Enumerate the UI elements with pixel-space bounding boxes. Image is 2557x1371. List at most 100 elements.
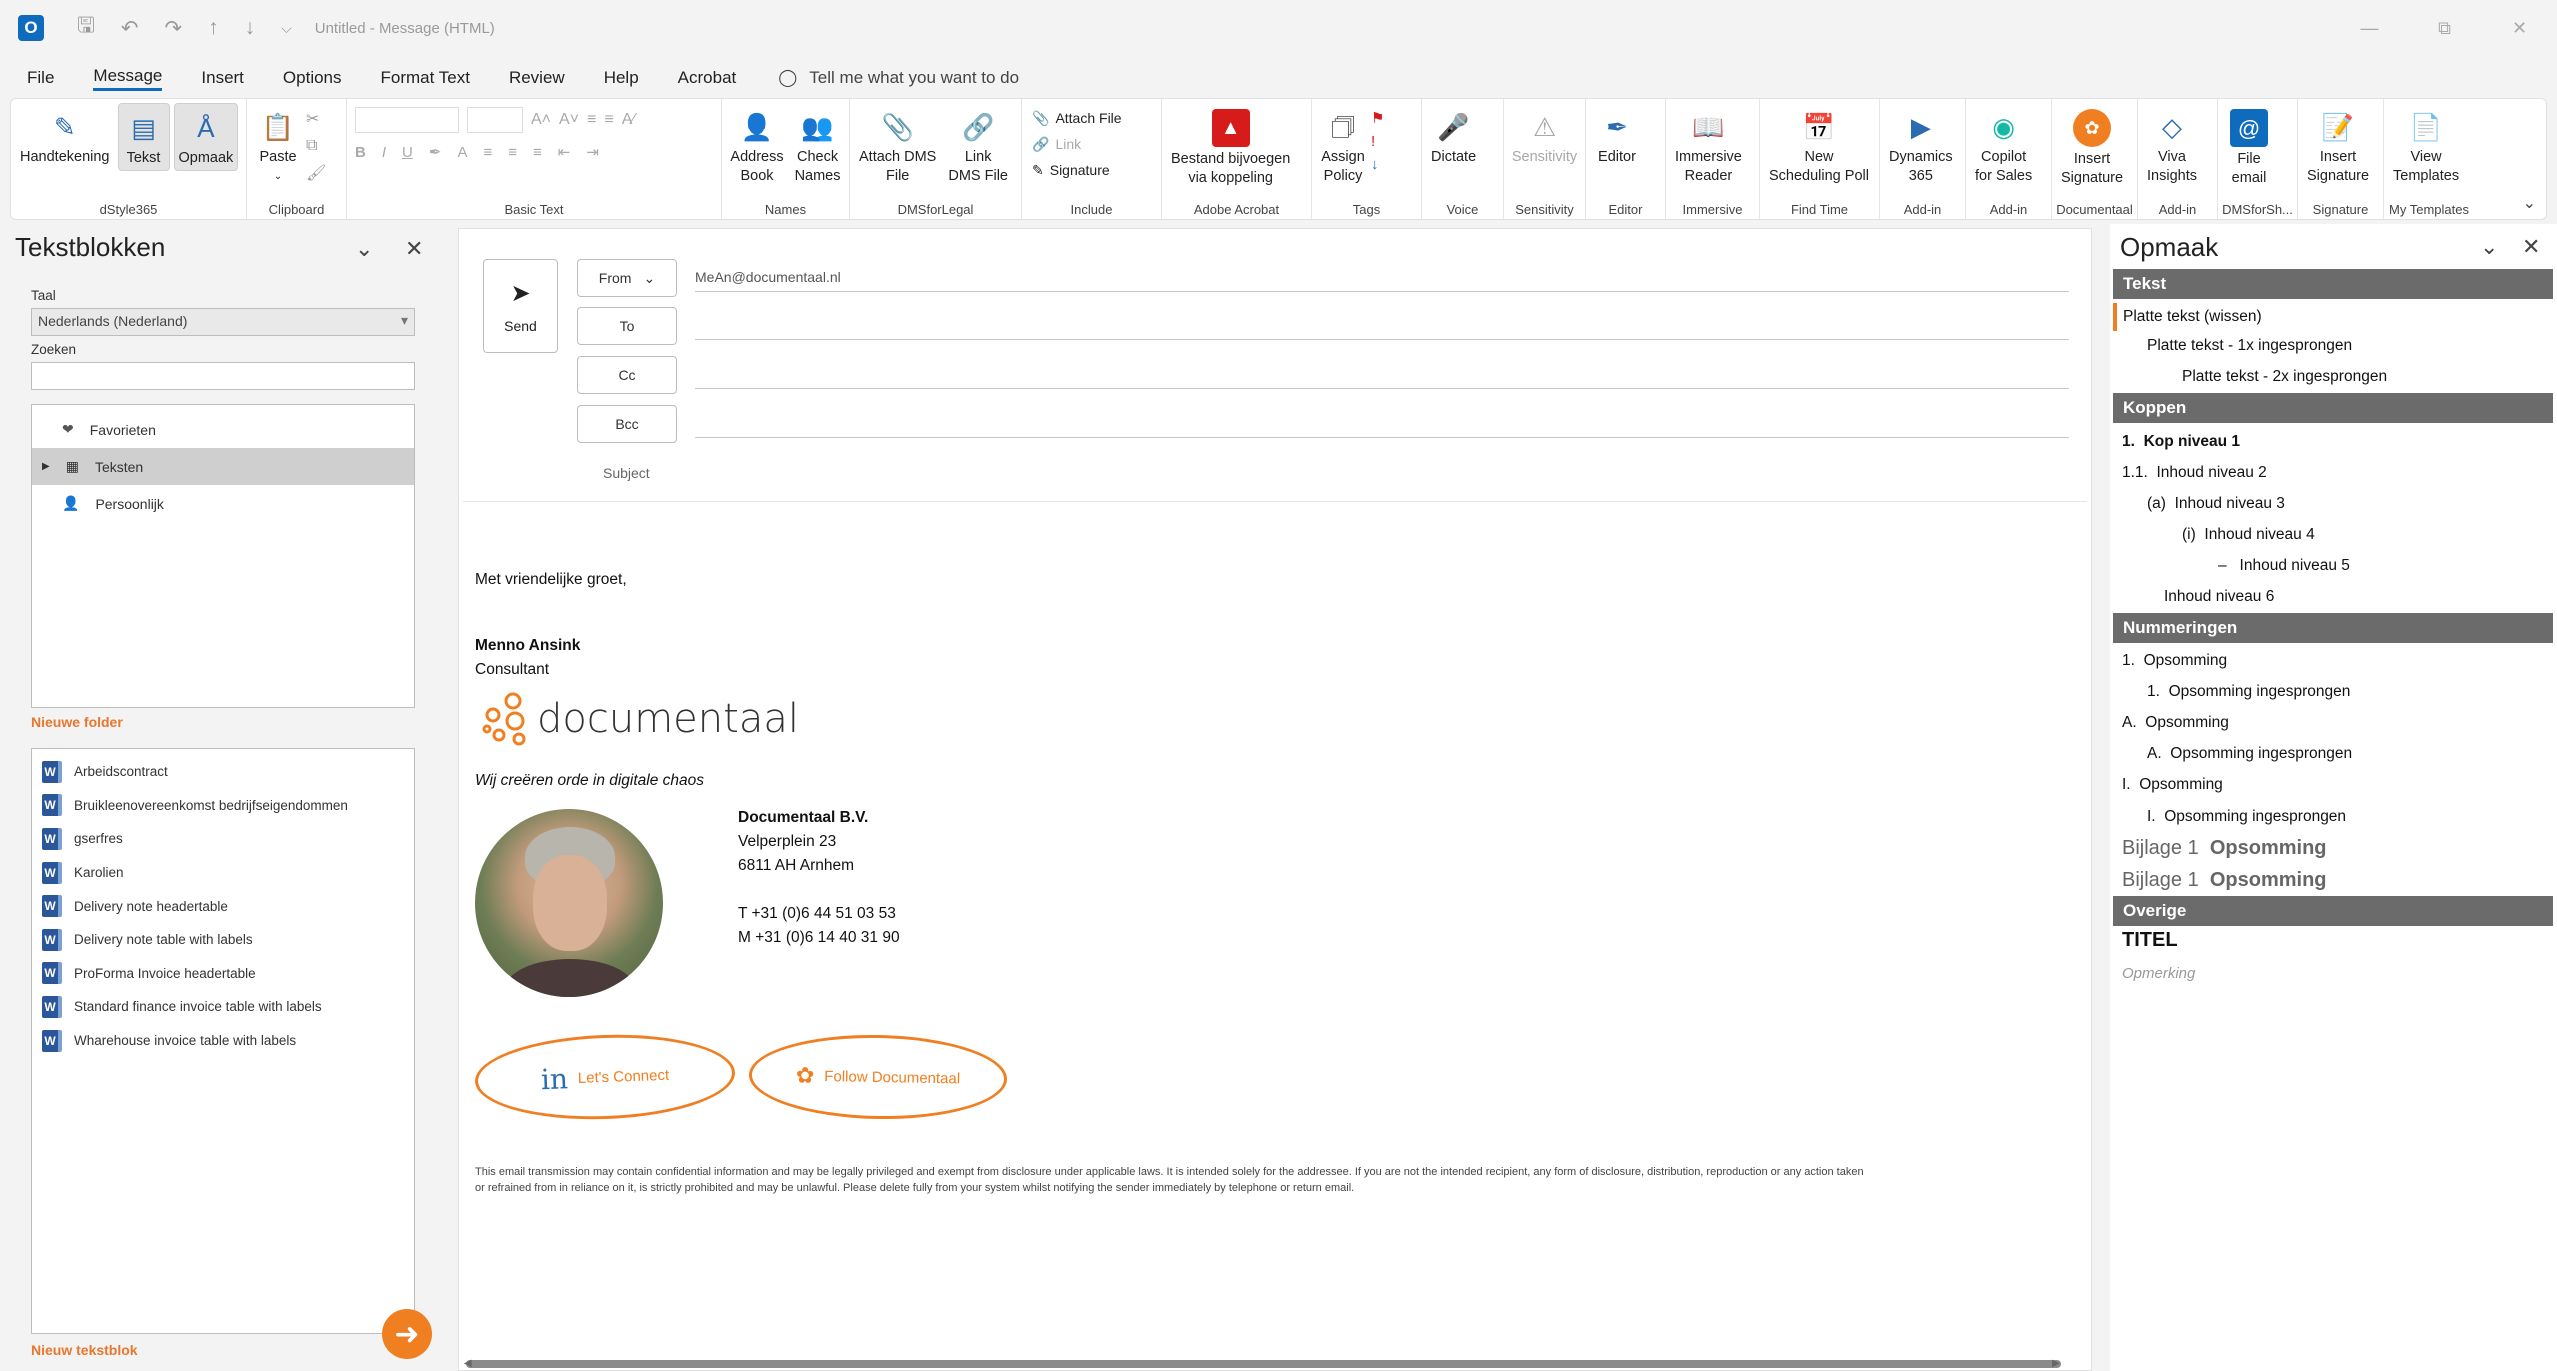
doc-item[interactable]: W Karolien <box>32 856 414 890</box>
assign-policy-button[interactable]: 🗇 Assign Policy <box>1317 103 1369 188</box>
insert-signature-button[interactable]: 📝 Insert Signature <box>2303 103 2373 188</box>
address-book-button[interactable]: 👤 Address Book <box>727 103 787 188</box>
down-icon[interactable]: ↓ <box>245 16 256 40</box>
style-inhoud-5[interactable]: – Inhoud niveau 5 <box>2218 557 2350 575</box>
cut-icon[interactable]: ✂ <box>306 109 326 129</box>
disclaimer-text[interactable]: This email transmission may contain conf… <box>475 1164 1875 1196</box>
link-button[interactable]: 🔗 Link <box>1032 131 1081 157</box>
doc-item[interactable]: W Delivery note headertable <box>32 889 414 923</box>
opmaak-button[interactable]: Å Opmaak <box>173 103 239 171</box>
zoeken-input[interactable] <box>31 362 415 390</box>
bcc-input[interactable] <box>695 437 2069 438</box>
cc-button[interactable]: Cc <box>577 356 677 394</box>
file-email-button[interactable]: @ File email <box>2223 103 2275 190</box>
italic-button[interactable]: I <box>382 144 386 161</box>
bcc-button[interactable]: Bcc <box>577 405 677 443</box>
customize-icon[interactable]: ⌵ <box>281 20 292 37</box>
scroll-left-icon[interactable]: ◀ <box>464 1358 472 1369</box>
mobile-text[interactable]: M +31 (0)6 14 40 31 90 <box>738 929 900 947</box>
doc-item[interactable]: W ProForma Invoice headertable <box>32 957 414 991</box>
style-platte-tekst-1x[interactable]: Platte tekst - 1x ingesprongen <box>2147 337 2352 355</box>
copilot-for-sales-button[interactable]: ◉ Copilot for Sales <box>1971 103 2036 188</box>
view-templates-button[interactable]: 📄 View Templates <box>2389 103 2463 188</box>
to-button[interactable]: To <box>577 307 677 345</box>
to-input[interactable] <box>695 339 2069 340</box>
editor-button[interactable]: ✒ Editor <box>1591 103 1643 169</box>
align-center-icon[interactable]: ≡ <box>508 144 517 161</box>
style-opmerking[interactable]: Opmerking <box>2122 965 2195 982</box>
copy-icon[interactable]: ⧉ <box>306 137 326 155</box>
redo-icon[interactable]: ↷ <box>165 16 183 41</box>
doc-item[interactable]: Wgserfres <box>32 822 414 856</box>
follow-documentaal-button[interactable]: ✿ Follow Documentaal <box>748 1032 1008 1122</box>
menu-insert[interactable]: Insert <box>201 68 244 88</box>
menu-file[interactable]: File <box>27 68 54 88</box>
font-size-select[interactable] <box>467 107 523 133</box>
bold-button[interactable]: B <box>355 144 366 161</box>
style-inhoud-3[interactable]: (a) Inhoud niveau 3 <box>2147 495 2285 513</box>
close-icon[interactable]: ✕ <box>2482 0 2557 56</box>
style-opsomming-1[interactable]: 1. Opsomming <box>2122 652 2227 670</box>
dictate-button[interactable]: 🎤 Dictate <box>1427 103 1480 169</box>
style-bijlage-2[interactable]: Bijlage 1 Opsomming <box>2122 869 2327 892</box>
scheduling-poll-button[interactable]: 📅 New Scheduling Poll <box>1765 103 1873 188</box>
tree-item-persoonlijk[interactable]: 👤 Persoonlijk <box>32 485 414 522</box>
style-opsomming-i-ingesprongen[interactable]: I. Opsomming ingesprongen <box>2147 808 2346 826</box>
minimize-icon[interactable]: — <box>2332 0 2407 56</box>
company-name[interactable]: Documentaal B.V. <box>738 809 868 827</box>
bestand-bijvoegen-button[interactable]: ▲ Bestand bijvoegen via koppeling <box>1167 103 1294 190</box>
style-opsomming-a[interactable]: A. Opsomming <box>2122 714 2229 732</box>
shrink-font-icon[interactable]: A˅ <box>559 111 579 129</box>
doc-item[interactable]: W Delivery note table with labels <box>32 923 414 957</box>
align-right-icon[interactable]: ≡ <box>533 144 542 161</box>
highlight-icon[interactable]: ✒ <box>429 143 442 161</box>
menu-message[interactable]: Message <box>93 66 163 91</box>
style-platte-tekst[interactable]: Platte tekst (wissen) <box>2113 303 2553 331</box>
tekst-button[interactable]: ▤ Tekst <box>117 103 170 171</box>
underline-button[interactable]: U <box>402 144 413 161</box>
immersive-reader-button[interactable]: 📖 Immersive Reader <box>1671 103 1746 188</box>
signature-name[interactable]: Menno Ansink <box>475 637 580 655</box>
dynamics-365-button[interactable]: ▶ Dynamics 365 <box>1885 103 1957 188</box>
check-names-button[interactable]: 👥 Check Names <box>791 103 844 188</box>
menu-help[interactable]: Help <box>604 68 639 88</box>
nieuw-tekstblok-link[interactable]: Nieuw tekstblok <box>31 1342 138 1358</box>
attach-file-button[interactable]: 📎 Attach File <box>1032 105 1122 131</box>
flag-icon[interactable]: ⚑ <box>1371 109 1384 127</box>
restore-icon[interactable]: ⧉ <box>2407 0 2482 56</box>
close-icon[interactable]: ✕ <box>2522 234 2540 260</box>
menu-options[interactable]: Options <box>283 68 342 88</box>
doc-item[interactable]: W Arbeidscontract <box>32 755 414 789</box>
style-inhoud-2[interactable]: 1.1. Inhoud niveau 2 <box>2122 464 2267 482</box>
street-text[interactable]: Velperplein 23 <box>738 833 836 851</box>
tree-item-teksten[interactable]: ▶ ▦ Teksten <box>32 448 414 485</box>
font-name-select[interactable] <box>355 107 459 133</box>
style-opsomming-1-ingesprongen[interactable]: 1. Opsomming ingesprongen <box>2147 683 2350 701</box>
phone-text[interactable]: T +31 (0)6 44 51 03 53 <box>738 905 896 923</box>
style-opsomming-i[interactable]: I. Opsomming <box>2122 776 2223 794</box>
scroll-right-icon[interactable]: ▶ <box>2052 1358 2060 1369</box>
format-painter-icon[interactable]: 🖌 <box>306 163 326 183</box>
indent-increase-icon[interactable]: ⇥ <box>586 143 599 161</box>
style-titel[interactable]: TITEL <box>2122 929 2178 952</box>
handtekening-button[interactable]: ✎ Handtekening <box>16 103 114 169</box>
style-platte-tekst-2x[interactable]: Platte tekst - 2x ingesprongen <box>2182 368 2387 386</box>
from-button[interactable]: From ⌄ <box>577 259 677 297</box>
tree-item-favorieten[interactable]: ❤ Favorieten <box>32 411 414 448</box>
style-kop-1[interactable]: 1. Kop niveau 1 <box>2122 433 2240 451</box>
undo-icon[interactable]: ↶ <box>121 16 139 41</box>
numbering-icon[interactable]: ≡ <box>604 111 613 129</box>
signature-button[interactable]: ✎ Signature <box>1032 157 1110 183</box>
menu-acrobat[interactable]: Acrobat <box>678 68 737 88</box>
clear-format-icon[interactable]: A∕ <box>622 111 635 129</box>
font-color-icon[interactable]: A <box>457 144 467 161</box>
tagline-text[interactable]: Wij creëren orde in digitale chaos <box>475 772 704 790</box>
viva-insights-button[interactable]: ◇ Viva Insights <box>2143 103 2201 188</box>
doc-item[interactable]: W Wharehouse invoice table with labels <box>32 1024 414 1058</box>
style-inhoud-6[interactable]: Inhoud niveau 6 <box>2164 588 2274 606</box>
menu-format-text[interactable]: Format Text <box>381 68 470 88</box>
lets-connect-button[interactable]: in Let's Connect <box>473 1030 737 1124</box>
sensitivity-button[interactable]: ⚠ Sensitivity <box>1509 103 1580 169</box>
tell-me-search[interactable]: ◯ Tell me what you want to do <box>778 68 1019 88</box>
up-icon[interactable]: ↑ <box>208 16 219 40</box>
